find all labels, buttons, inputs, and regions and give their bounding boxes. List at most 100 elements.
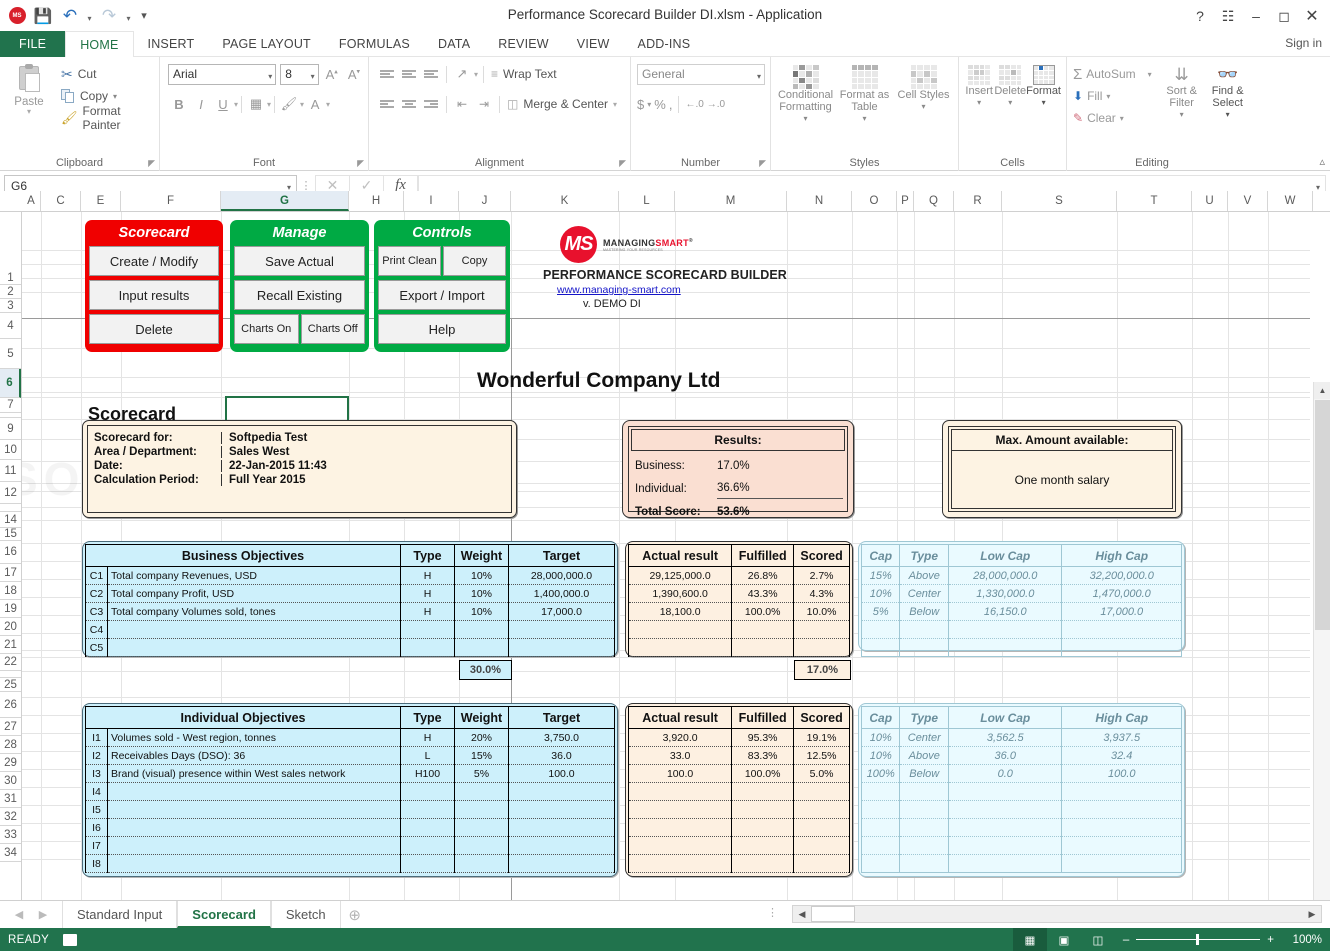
- align-top-icon[interactable]: [377, 65, 397, 83]
- clear-button[interactable]: ✎ Clear ▾: [1073, 107, 1152, 129]
- align-middle-icon[interactable]: [399, 65, 419, 83]
- borders-icon[interactable]: ▦: [245, 94, 267, 115]
- product-url-link[interactable]: www.managing-smart.com: [535, 284, 795, 296]
- zoom-slider-knob[interactable]: [1196, 934, 1200, 945]
- insert-dropdown-icon[interactable]: ▾: [977, 97, 981, 109]
- print-clean-button[interactable]: Print Clean: [378, 246, 441, 276]
- paste-button[interactable]: Paste ▾: [5, 61, 53, 171]
- column-header-P[interactable]: P: [897, 191, 914, 211]
- orientation-icon[interactable]: ↗: [452, 65, 472, 83]
- zoom-in-button[interactable]: +: [1267, 934, 1274, 946]
- column-header-R[interactable]: R: [954, 191, 1002, 211]
- increase-font-size-icon[interactable]: A▴: [323, 67, 341, 82]
- fill-dropdown-icon[interactable]: ▾: [1106, 92, 1110, 101]
- format-painter-button[interactable]: 🖌 Format Painter: [59, 104, 154, 132]
- column-header-G[interactable]: G: [221, 191, 349, 211]
- zoom-level[interactable]: 100%: [1282, 934, 1322, 946]
- decrease-font-size-icon[interactable]: A▾: [345, 67, 363, 82]
- scroll-left-icon[interactable]: ◀: [793, 909, 811, 920]
- row-header-4[interactable]: 4: [0, 313, 21, 339]
- row-header-33[interactable]: 33: [0, 826, 21, 844]
- help-button-scorecard[interactable]: Help: [378, 314, 506, 344]
- row-header-23-hidden[interactable]: [0, 671, 21, 678]
- conditional-formatting-button[interactable]: Conditional Formatting ▾: [776, 65, 835, 171]
- underline-dropdown-icon[interactable]: ▾: [234, 100, 238, 109]
- zoom-out-button[interactable]: –: [1123, 934, 1129, 946]
- row-header-31[interactable]: 31: [0, 790, 21, 808]
- sort-filter-dropdown-icon[interactable]: ▾: [1180, 109, 1184, 121]
- column-header-O[interactable]: O: [852, 191, 897, 211]
- row-header-21[interactable]: 21: [0, 636, 21, 654]
- conditional-formatting-dropdown-icon[interactable]: ▾: [803, 113, 807, 125]
- font-size-dropdown-icon[interactable]: ▾: [311, 72, 315, 81]
- vertical-scroll-thumb[interactable]: [1315, 400, 1330, 630]
- horizontal-scrollbar[interactable]: ◀ ▶: [792, 905, 1322, 923]
- font-dialog-launcher[interactable]: ◤: [357, 158, 364, 169]
- column-header-T[interactable]: T: [1117, 191, 1192, 211]
- row-header-14[interactable]: 14: [0, 512, 21, 528]
- sheet-content[interactable]: SOFTPEDIA SOFTPEDIA Scorecard Create / M…: [22, 212, 1310, 900]
- find-select-dropdown-icon[interactable]: ▾: [1226, 109, 1230, 121]
- number-format-select[interactable]: General ▾: [637, 63, 765, 85]
- row-header-25[interactable]: 25: [0, 678, 21, 692]
- add-sheet-icon[interactable]: ⊕: [341, 906, 369, 924]
- sheet-tab-sketch[interactable]: Sketch: [270, 901, 341, 928]
- align-right-icon[interactable]: [421, 95, 441, 113]
- delete-cells-button[interactable]: Delete ▾: [994, 65, 1026, 171]
- vertical-scrollbar[interactable]: ▲ ▼: [1313, 382, 1330, 951]
- decrease-indent-icon[interactable]: ⇤: [452, 95, 472, 113]
- restore-button[interactable]: ◻: [1270, 4, 1298, 28]
- align-bottom-icon[interactable]: [421, 65, 441, 83]
- horizontal-split-handle[interactable]: ⋮: [767, 906, 778, 919]
- font-color-icon[interactable]: A: [304, 94, 326, 115]
- row-header-7[interactable]: 7: [0, 398, 21, 413]
- close-button[interactable]: ✕: [1298, 4, 1326, 28]
- italic-button[interactable]: I: [190, 94, 212, 115]
- format-dropdown-icon[interactable]: ▾: [1042, 97, 1046, 109]
- merge-center-button[interactable]: ◫ Merge & Center ▾: [505, 93, 617, 115]
- row-header-15[interactable]: 15: [0, 528, 21, 541]
- orientation-dropdown-icon[interactable]: ▾: [474, 70, 478, 79]
- recall-existing-button[interactable]: Recall Existing: [234, 280, 365, 310]
- currency-dropdown-icon[interactable]: ▾: [647, 100, 651, 109]
- create-modify-button[interactable]: Create / Modify: [89, 246, 219, 276]
- tab-add-ins[interactable]: ADD-INS: [624, 31, 705, 57]
- delete-dropdown-icon[interactable]: ▾: [1008, 97, 1012, 109]
- sheet-tab-scorecard[interactable]: Scorecard: [177, 901, 271, 928]
- row-header-28[interactable]: 28: [0, 736, 21, 754]
- row-header-12[interactable]: 12: [0, 482, 21, 504]
- clipboard-dialog-launcher[interactable]: ◤: [148, 158, 155, 169]
- column-header-C[interactable]: C: [41, 191, 81, 211]
- number-format-dropdown-icon[interactable]: ▾: [757, 72, 761, 81]
- row-header-5[interactable]: 5: [0, 339, 21, 369]
- percent-icon[interactable]: %: [654, 97, 666, 112]
- save-actual-button[interactable]: Save Actual: [234, 246, 365, 276]
- tab-insert[interactable]: INSERT: [134, 31, 209, 57]
- row-header-18[interactable]: 18: [0, 582, 21, 600]
- column-header-L[interactable]: L: [619, 191, 675, 211]
- scroll-up-icon[interactable]: ▲: [1314, 382, 1330, 399]
- row-header-26[interactable]: 26: [0, 692, 21, 718]
- column-header-N[interactable]: N: [787, 191, 852, 211]
- charts-on-button[interactable]: Charts On: [234, 314, 299, 344]
- tab-formulas[interactable]: FORMULAS: [325, 31, 424, 57]
- column-header-U[interactable]: U: [1192, 191, 1228, 211]
- row-header-2[interactable]: 2: [0, 285, 21, 299]
- column-header-E[interactable]: E: [81, 191, 121, 211]
- column-header-V[interactable]: V: [1228, 191, 1268, 211]
- sort-filter-button[interactable]: ⇊ Sort & Filter ▾: [1160, 65, 1204, 171]
- font-size-input[interactable]: 8 ▾: [280, 63, 319, 85]
- tab-data[interactable]: DATA: [424, 31, 484, 57]
- row-header-10[interactable]: 10: [0, 440, 21, 460]
- increase-indent-icon[interactable]: ⇥: [474, 95, 494, 113]
- tab-home[interactable]: HOME: [65, 31, 134, 58]
- tab-page-layout[interactable]: PAGE LAYOUT: [208, 31, 325, 57]
- find-select-button[interactable]: 👓 Find & Select ▾: [1204, 65, 1252, 171]
- column-header-H[interactable]: H: [349, 191, 404, 211]
- font-name-dropdown-icon[interactable]: ▾: [268, 72, 272, 81]
- copy-dropdown-icon[interactable]: ▾: [113, 92, 117, 101]
- wrap-text-button[interactable]: ≡ Wrap Text: [489, 63, 557, 85]
- sign-in-link[interactable]: Sign in: [1285, 36, 1322, 50]
- row-header-13-hidden[interactable]: [0, 504, 21, 512]
- page-break-view-button[interactable]: ◫: [1081, 928, 1115, 951]
